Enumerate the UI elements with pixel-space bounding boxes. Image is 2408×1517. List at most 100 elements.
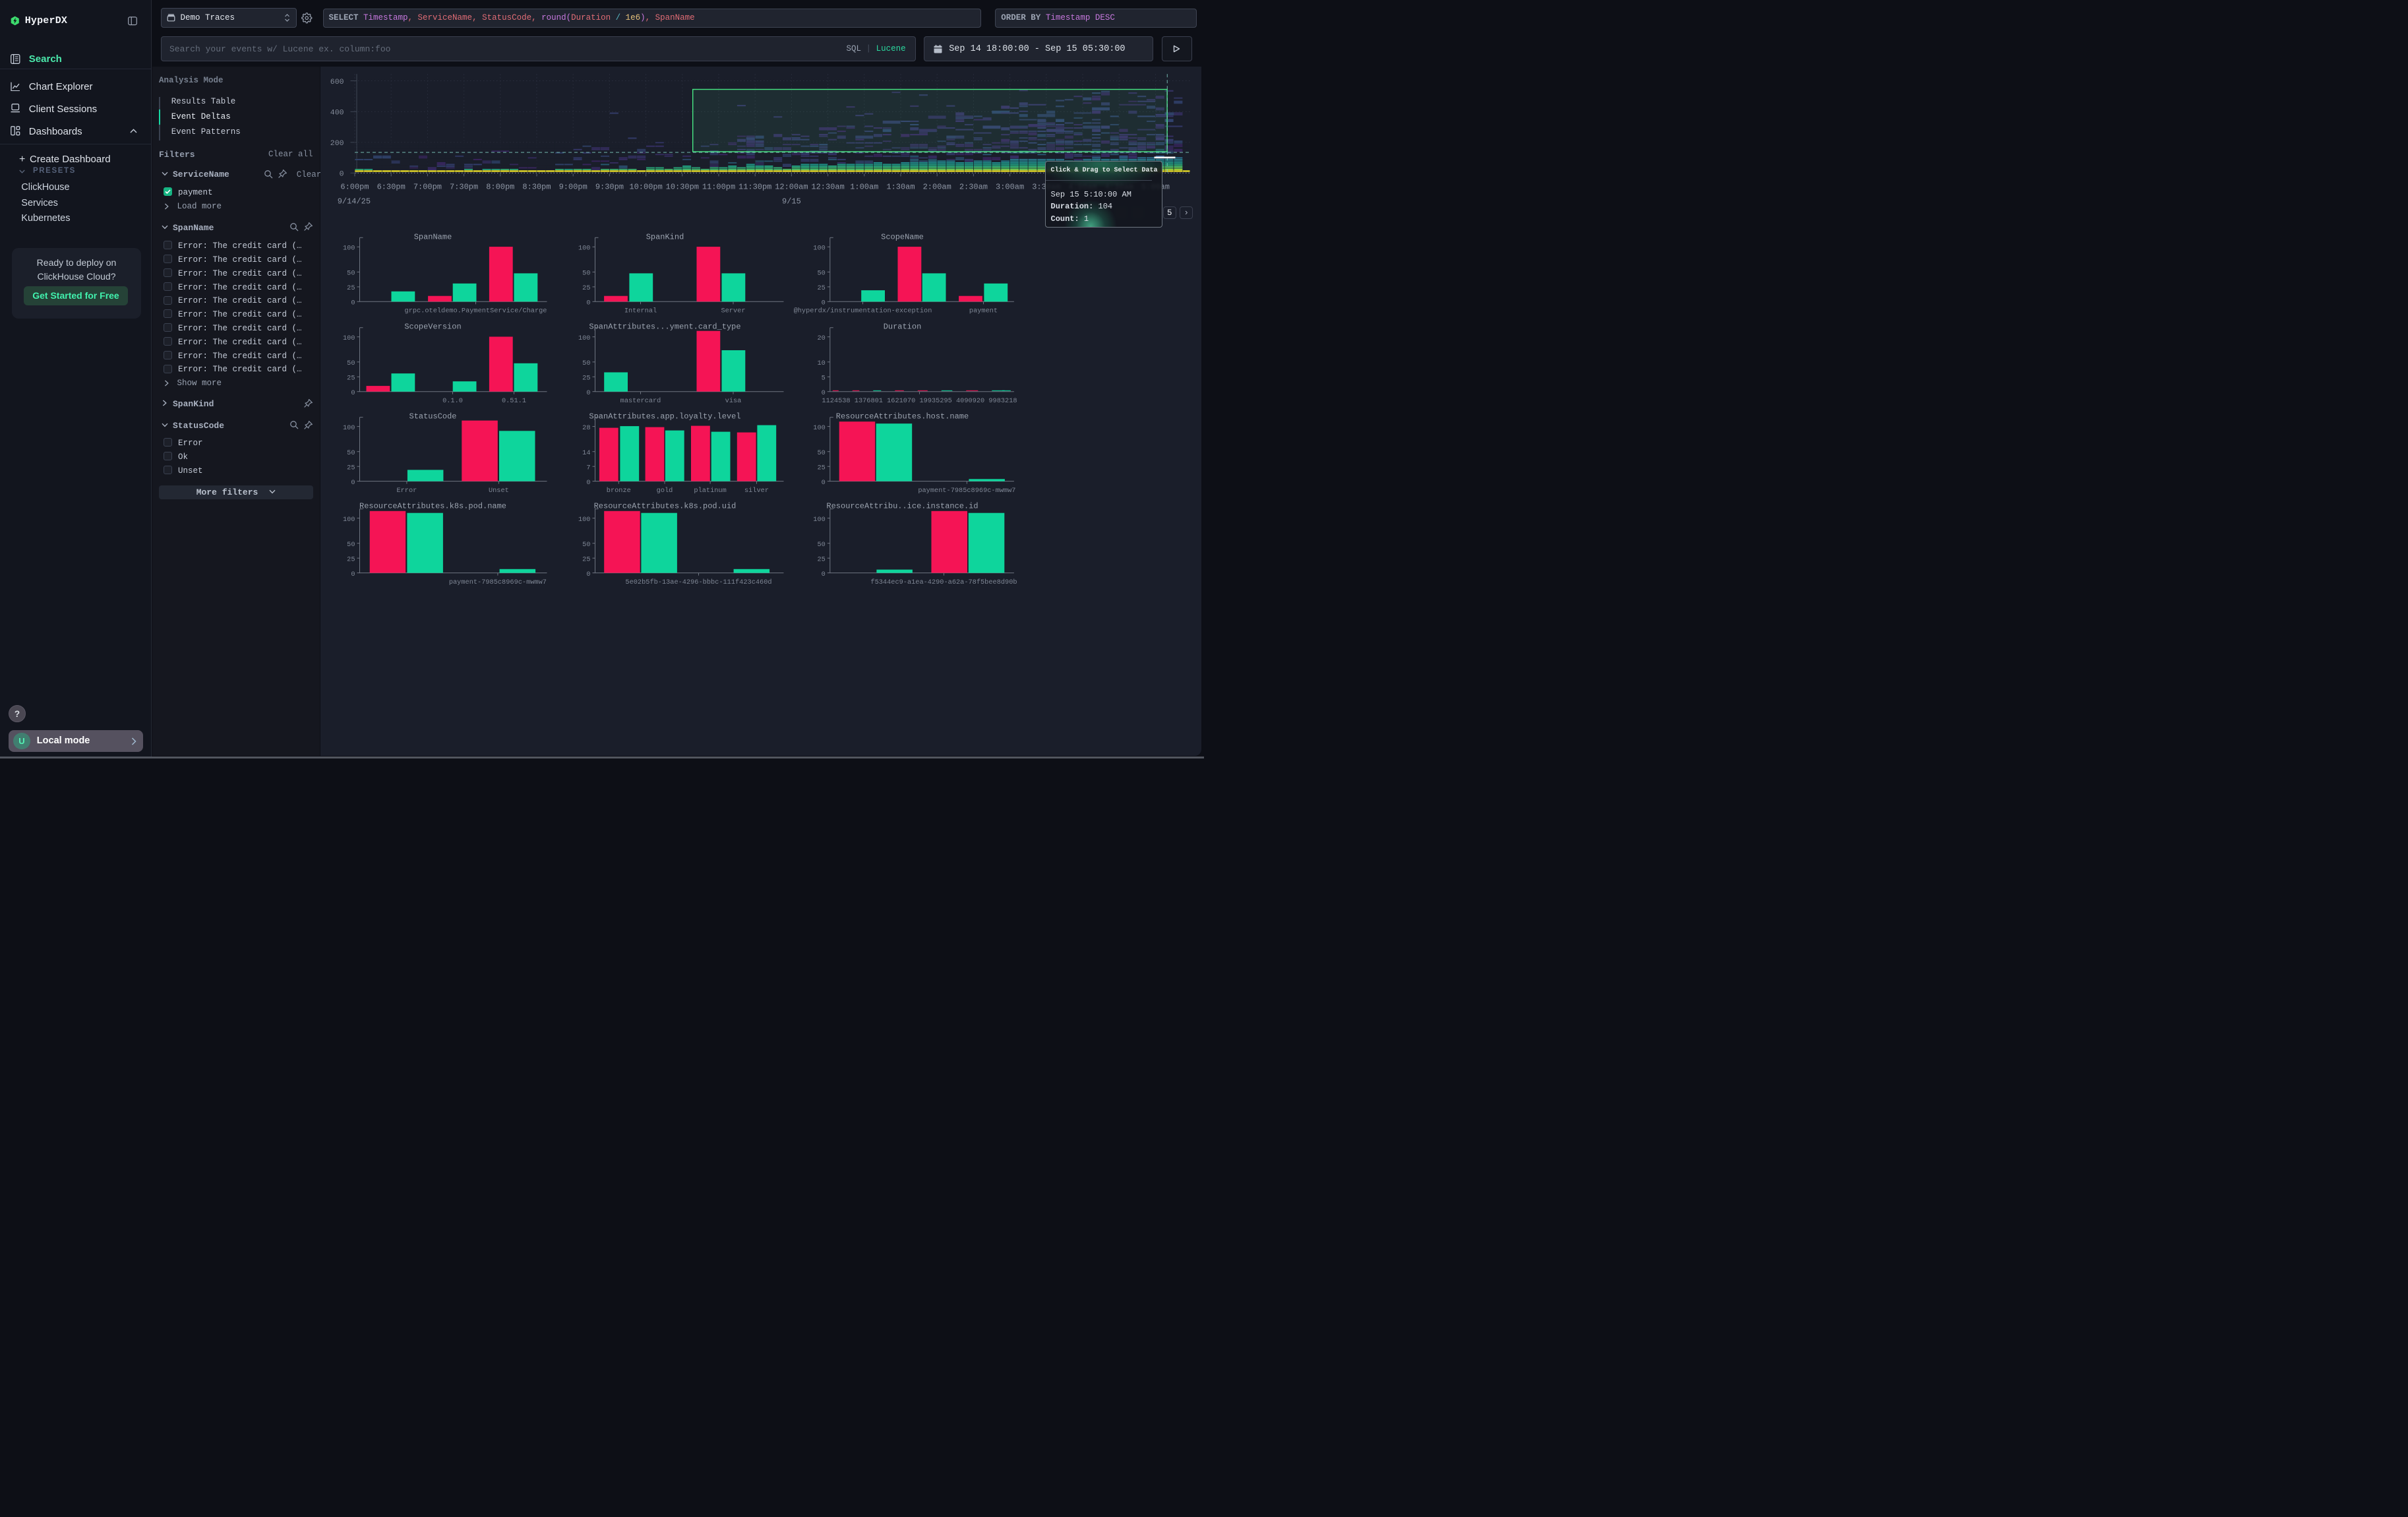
svg-text:11:30pm: 11:30pm (738, 182, 771, 191)
svg-text:10: 10 (817, 359, 825, 367)
svg-text:0: 0 (586, 389, 590, 397)
svg-text:7: 7 (586, 464, 590, 472)
svg-text:400: 400 (330, 108, 344, 117)
svg-text:50: 50 (582, 269, 590, 277)
svg-text:1:00am: 1:00am (850, 182, 878, 191)
svg-text:100: 100 (813, 515, 826, 523)
svg-text:11:00pm: 11:00pm (702, 182, 735, 191)
svg-text:0: 0 (821, 570, 825, 578)
svg-text:50: 50 (582, 541, 590, 549)
svg-text:25: 25 (817, 284, 825, 292)
svg-text:100: 100 (342, 423, 355, 431)
svg-text:Error: Error (396, 486, 417, 494)
svg-text:25: 25 (582, 284, 590, 292)
svg-text:payment-7985c8969c-mwmw7: payment-7985c8969c-mwmw7 (448, 578, 546, 586)
svg-text:ResourceAttributes.k8s.pod.uid: ResourceAttributes.k8s.pod.uid (593, 501, 736, 511)
svg-text:0: 0 (821, 299, 825, 307)
svg-text:gold: gold (656, 486, 673, 494)
svg-text:0: 0 (821, 389, 825, 397)
svg-text:50: 50 (817, 541, 825, 549)
svg-text:mastercard: mastercard (620, 397, 661, 405)
svg-text:50: 50 (817, 449, 825, 457)
svg-text:SpanName: SpanName (413, 232, 452, 241)
svg-text:50: 50 (347, 359, 355, 367)
svg-text:6:00pm: 6:00pm (340, 182, 369, 191)
svg-text:25: 25 (347, 374, 355, 382)
svg-text:8:00pm: 8:00pm (486, 182, 514, 191)
svg-text:visa: visa (725, 397, 741, 405)
svg-text:1:30am: 1:30am (886, 182, 915, 191)
svg-text:14: 14 (582, 449, 590, 457)
svg-text:Unset: Unset (488, 486, 508, 494)
svg-text:Internal: Internal (624, 307, 656, 315)
svg-text:ResourceAttributes.host.name: ResourceAttributes.host.name (835, 412, 968, 421)
svg-text:0: 0 (586, 570, 590, 578)
svg-text:@hyperdx/instrumentation-excep: @hyperdx/instrumentation-exception (793, 307, 932, 315)
svg-text:silver: silver (744, 486, 768, 494)
svg-text:Duration: Duration (883, 322, 921, 331)
svg-text:10:30pm: 10:30pm (665, 182, 698, 191)
svg-text:0.1.0: 0.1.0 (442, 397, 463, 405)
svg-text:0.51.1: 0.51.1 (501, 397, 526, 405)
svg-text:0: 0 (339, 170, 344, 178)
svg-text:StatusCode: StatusCode (409, 412, 456, 421)
svg-text:0: 0 (586, 478, 590, 486)
svg-text:50: 50 (347, 449, 355, 457)
svg-text:9/15: 9/15 (782, 197, 801, 206)
svg-text:100: 100 (813, 244, 826, 252)
svg-text:50: 50 (582, 359, 590, 367)
svg-text:6:30pm: 6:30pm (376, 182, 405, 191)
svg-text:SpanAttributes.app.loyalty.lev: SpanAttributes.app.loyalty.level (589, 412, 740, 421)
svg-text:25: 25 (817, 464, 825, 472)
svg-text:ScopeName: ScopeName (881, 232, 924, 241)
svg-text:ResourceAttributes.k8s.pod.nam: ResourceAttributes.k8s.pod.name (359, 501, 506, 511)
svg-text:1124538 1376801 1621070 199352: 1124538 1376801 1621070 19935295 4090920… (822, 397, 1017, 405)
svg-text:platinum: platinum (694, 486, 726, 494)
svg-text:7:30pm: 7:30pm (450, 182, 478, 191)
svg-text:8:30pm: 8:30pm (522, 182, 551, 191)
svg-text:payment-7985c8969c-mwmw7: payment-7985c8969c-mwmw7 (918, 486, 1015, 494)
svg-text:50: 50 (347, 541, 355, 549)
svg-text:100: 100 (342, 334, 355, 342)
svg-text:ScopeVersion: ScopeVersion (404, 322, 461, 331)
svg-text:25: 25 (347, 464, 355, 472)
svg-text:100: 100 (578, 515, 590, 523)
svg-text:600: 600 (330, 78, 344, 86)
svg-text:0: 0 (351, 478, 355, 486)
svg-text:20: 20 (817, 334, 825, 342)
svg-text:200: 200 (330, 139, 344, 148)
svg-text:9:30pm: 9:30pm (595, 182, 623, 191)
svg-text:0: 0 (351, 389, 355, 397)
svg-text:50: 50 (347, 269, 355, 277)
svg-text:100: 100 (578, 334, 590, 342)
svg-text:5e02b5fb-13ae-4296-bbbc-111f42: 5e02b5fb-13ae-4296-bbbc-111f423c460d (625, 578, 771, 586)
svg-text:0: 0 (351, 299, 355, 307)
svg-text:50: 50 (817, 269, 825, 277)
svg-text:100: 100 (342, 244, 355, 252)
svg-text:28: 28 (582, 423, 590, 431)
svg-text:10:00pm: 10:00pm (629, 182, 662, 191)
svg-text:100: 100 (578, 244, 590, 252)
svg-text:3:00am: 3:00am (996, 182, 1024, 191)
svg-text:100: 100 (342, 515, 355, 523)
svg-text:payment: payment (969, 307, 997, 315)
svg-text:f5344ec9-a1ea-4290-a62a-78f5be: f5344ec9-a1ea-4290-a62a-78f5bee8d90b (870, 578, 1017, 586)
svg-text:bronze: bronze (606, 486, 630, 494)
svg-text:100: 100 (813, 423, 826, 431)
svg-text:9:00pm: 9:00pm (558, 182, 587, 191)
svg-text:SpanKind: SpanKind (646, 232, 684, 241)
svg-text:25: 25 (347, 555, 355, 563)
svg-text:SpanAttributes...yment.card_ty: SpanAttributes...yment.card_type (589, 322, 740, 331)
svg-text:Server: Server (721, 307, 745, 315)
svg-text:12:00am: 12:00am (775, 182, 808, 191)
svg-text:5: 5 (821, 374, 825, 382)
svg-text:0: 0 (351, 570, 355, 578)
svg-text:25: 25 (817, 555, 825, 563)
svg-text:0: 0 (586, 299, 590, 307)
svg-text:2:30am: 2:30am (959, 182, 987, 191)
svg-text:25: 25 (582, 374, 590, 382)
svg-text:2:00am: 2:00am (922, 182, 951, 191)
svg-text:9/14/25: 9/14/25 (337, 197, 370, 206)
svg-text:0: 0 (821, 478, 825, 486)
svg-text:12:30am: 12:30am (811, 182, 844, 191)
